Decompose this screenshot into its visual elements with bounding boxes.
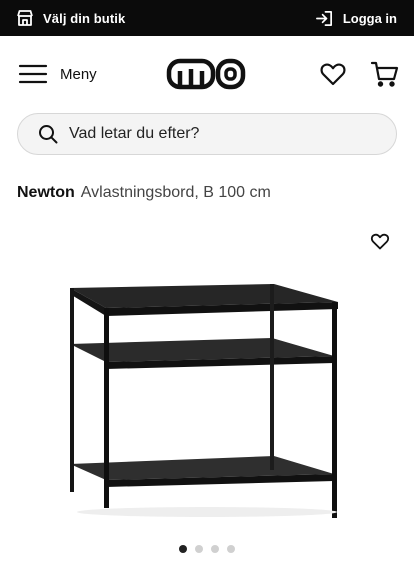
carousel-pagination <box>0 545 414 555</box>
cart-icon[interactable] <box>370 59 400 89</box>
menu-button[interactable]: Meny <box>18 62 97 86</box>
login-label: Logga in <box>342 10 397 26</box>
search-bar[interactable] <box>17 113 397 155</box>
login-link[interactable]: Logga in <box>315 8 397 28</box>
mio-logo[interactable] <box>166 56 246 92</box>
choose-store-link[interactable]: Välj din butik <box>16 8 125 28</box>
carousel-dot[interactable] <box>227 545 235 553</box>
header: Meny <box>0 36 414 112</box>
search-input[interactable] <box>69 125 349 143</box>
top-bar: Välj din butik Logga in <box>0 0 414 36</box>
carousel-dot[interactable] <box>179 545 187 553</box>
add-to-favorites-heart-icon[interactable] <box>370 231 390 251</box>
hamburger-icon <box>18 64 48 84</box>
carousel-dot[interactable] <box>195 545 203 553</box>
favorites-heart-icon[interactable] <box>319 60 347 88</box>
carousel-dot[interactable] <box>211 545 219 553</box>
product-title: Newton Avlastningsbord, B 100 cm <box>17 184 271 202</box>
choose-store-label: Välj din butik <box>43 10 126 26</box>
product-brand: Newton <box>17 184 75 201</box>
store-icon <box>17 10 33 26</box>
login-icon <box>315 10 332 26</box>
search-icon <box>39 125 58 144</box>
menu-label: Meny <box>60 65 97 83</box>
product-description: Avlastningsbord, B 100 cm <box>80 184 271 201</box>
product-image-console-table[interactable] <box>62 276 352 526</box>
